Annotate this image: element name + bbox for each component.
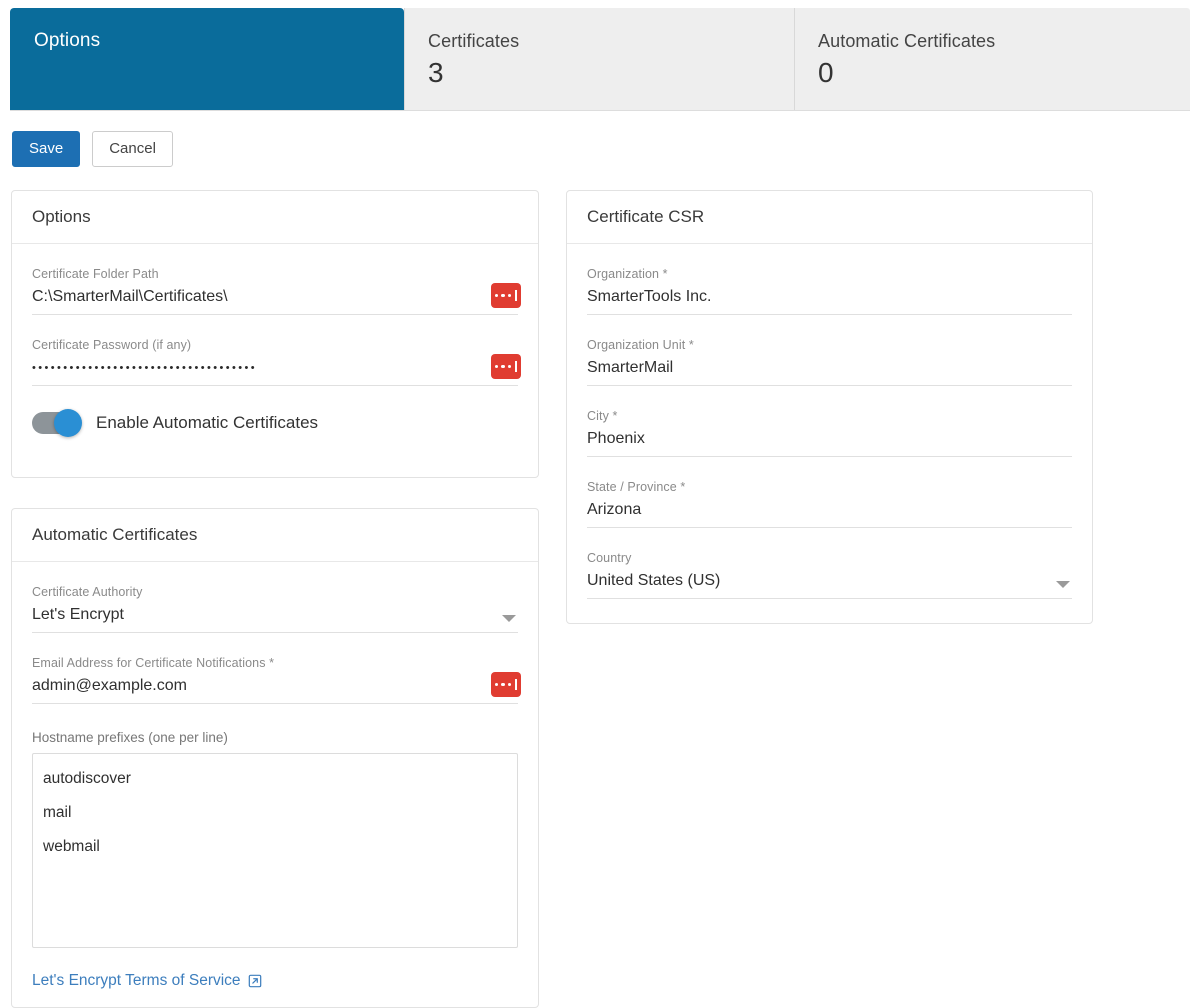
notification-email-input[interactable]: admin@example.com	[32, 672, 521, 704]
tab-options[interactable]: Options	[10, 8, 404, 111]
automatic-certificates-card-title: Automatic Certificates	[32, 525, 198, 544]
country-value: United States (US)	[587, 572, 721, 589]
certificate-authority-field: Certificate Authority Let's Encrypt	[32, 584, 518, 633]
organization-unit-field: Organization Unit * SmarterMail	[587, 337, 1072, 386]
automatic-certificates-card-header: Automatic Certificates	[12, 509, 538, 562]
certificate-csr-card-header: Certificate CSR	[567, 191, 1092, 244]
terms-of-service-label: Let's Encrypt Terms of Service	[32, 972, 241, 989]
hostname-prefixes-textarea[interactable]: autodiscover mail webmail	[32, 753, 518, 948]
certificate-folder-path-value: C:\SmarterMail\Certificates\	[32, 288, 228, 305]
organization-value: SmarterTools Inc.	[587, 288, 712, 305]
variable-picker-icon[interactable]	[491, 283, 521, 308]
variable-picker-icon[interactable]	[491, 672, 521, 697]
action-toolbar: Save Cancel	[12, 131, 173, 167]
certificate-password-value: ••••••••••••••••••••••••••••••••••••	[32, 362, 258, 374]
chevron-down-icon[interactable]	[1056, 581, 1070, 588]
tab-automatic-certificates-label: Automatic Certificates	[818, 31, 996, 51]
options-card-title: Options	[32, 207, 91, 226]
tab-certificates[interactable]: Certificates 3	[404, 8, 794, 111]
enable-automatic-certificates-toggle[interactable]	[32, 409, 82, 437]
hostname-prefixes-label: Hostname prefixes (one per line)	[32, 730, 228, 745]
certificate-password-input[interactable]: ••••••••••••••••••••••••••••••••••••	[32, 354, 521, 386]
city-label: City *	[587, 409, 618, 423]
notification-email-label: Email Address for Certificate Notificati…	[32, 656, 275, 670]
options-card: Options Certificate Folder Path C:\Smart…	[11, 190, 539, 478]
notification-email-value: admin@example.com	[32, 677, 187, 694]
terms-of-service-link[interactable]: Let's Encrypt Terms of Service	[32, 972, 262, 990]
tab-automatic-certificates[interactable]: Automatic Certificates 0	[794, 8, 1190, 111]
hostname-prefixes-field: Hostname prefixes (one per line) autodis…	[32, 730, 518, 948]
automatic-certificates-card: Automatic Certificates Certificate Autho…	[11, 508, 539, 1008]
tab-options-label: Options	[34, 30, 101, 51]
organization-unit-label: Organization Unit *	[587, 338, 694, 352]
certificate-folder-path-input[interactable]: C:\SmarterMail\Certificates\	[32, 283, 521, 315]
certificate-csr-card: Certificate CSR Organization * SmarterTo…	[566, 190, 1093, 624]
tab-strip: Options Certificates 3 Automatic Certifi…	[10, 8, 1190, 111]
organization-field: Organization * SmarterTools Inc.	[587, 266, 1072, 315]
variable-picker-icon[interactable]	[491, 354, 521, 379]
certificate-csr-card-body: Organization * SmarterTools Inc. Organiz…	[567, 244, 1092, 637]
toggle-knob	[54, 409, 82, 437]
city-value: Phoenix	[587, 430, 645, 447]
save-button[interactable]: Save	[12, 131, 81, 167]
options-card-body: Certificate Folder Path C:\SmarterMail\C…	[12, 244, 538, 450]
certificate-csr-card-title: Certificate CSR	[587, 207, 705, 226]
state-province-value: Arizona	[587, 501, 642, 518]
certificate-password-label: Certificate Password (if any)	[32, 338, 192, 352]
notification-email-field: Email Address for Certificate Notificati…	[32, 655, 521, 704]
chevron-down-icon[interactable]	[502, 615, 516, 622]
enable-automatic-certificates-label: Enable Automatic Certificates	[96, 413, 319, 432]
tab-certificates-label: Certificates	[428, 31, 520, 51]
organization-unit-value: SmarterMail	[587, 359, 674, 376]
organization-label: Organization *	[587, 267, 668, 281]
external-link-icon	[248, 974, 262, 988]
certificate-folder-path-field: Certificate Folder Path C:\SmarterMail\C…	[32, 266, 521, 315]
country-field: Country United States (US)	[587, 550, 1072, 599]
organization-input[interactable]: SmarterTools Inc.	[587, 285, 1072, 315]
certificate-authority-select[interactable]: Let's Encrypt	[32, 603, 518, 633]
city-field: City * Phoenix	[587, 408, 1072, 457]
organization-unit-input[interactable]: SmarterMail	[587, 356, 1072, 386]
certificate-password-field: Certificate Password (if any) ••••••••••…	[32, 337, 521, 386]
automatic-certificates-card-body: Certificate Authority Let's Encrypt Emai…	[12, 562, 538, 1006]
state-province-field: State / Province * Arizona	[587, 479, 1072, 528]
enable-automatic-certificates-row: Enable Automatic Certificates	[32, 409, 518, 437]
state-province-input[interactable]: Arizona	[587, 498, 1072, 528]
country-label: Country	[587, 551, 632, 565]
options-card-header: Options	[12, 191, 538, 244]
cancel-button[interactable]: Cancel	[92, 131, 173, 167]
tab-strip-divider	[10, 110, 1190, 111]
tab-certificates-count: 3	[428, 57, 444, 88]
country-select[interactable]: United States (US)	[587, 569, 1072, 599]
city-input[interactable]: Phoenix	[587, 427, 1072, 457]
state-province-label: State / Province *	[587, 480, 686, 494]
certificate-authority-value: Let's Encrypt	[32, 606, 124, 623]
certificate-folder-path-label: Certificate Folder Path	[32, 267, 159, 281]
certificate-authority-label: Certificate Authority	[32, 585, 143, 599]
tab-automatic-certificates-count: 0	[818, 57, 834, 88]
